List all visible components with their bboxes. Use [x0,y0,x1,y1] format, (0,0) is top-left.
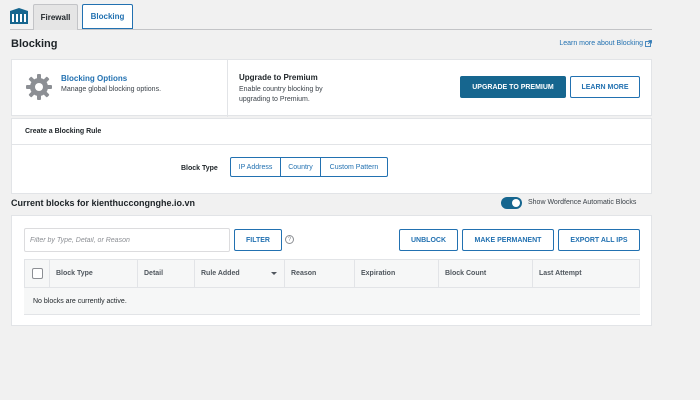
create-rule-body: Block Type IP Address Country Custom Pat… [11,145,652,194]
column-block-count[interactable]: Block Count [439,260,533,287]
premium-text: Enable country blocking by upgrading to … [239,86,323,103]
block-type-label: Block Type [181,165,218,172]
make-permanent-button[interactable]: MAKE PERMANENT [462,229,554,251]
premium-title: Upgrade to Premium [239,73,318,82]
blocking-options-subtitle: Manage global blocking options. [61,86,162,93]
block-type-selector: IP Address Country Custom Pattern [230,157,388,177]
filter-button[interactable]: FILTER [234,229,282,251]
upgrade-to-premium-button[interactable]: UPGRADE TO PREMIUM [460,76,566,98]
learn-more-button[interactable]: LEARN MORE [570,76,640,98]
panel-divider [227,60,228,117]
block-type-ip-address[interactable]: IP Address [231,158,281,176]
blocking-options-link[interactable]: Blocking Options [61,74,127,83]
block-type-country[interactable]: Country [281,158,321,176]
learn-more-link[interactable]: Learn more about Blocking [559,40,652,47]
create-rule-title: Create a Blocking Rule [25,128,102,135]
unblock-button[interactable]: UNBLOCK [399,229,458,251]
sort-desc-icon [271,272,277,275]
external-link-icon [645,40,652,47]
tab-blocking[interactable]: Blocking [82,4,133,29]
tab-bar: Firewall Blocking [10,4,652,30]
current-blocks-title: Current blocks for kienthuccongnghe.io.v… [11,198,196,208]
column-reason[interactable]: Reason [285,260,355,287]
page-title: Blocking [11,38,58,50]
help-icon[interactable]: ? [285,235,294,244]
current-blocks-panel: FILTER ? UNBLOCK MAKE PERMANENT EXPORT A… [11,215,652,326]
column-detail[interactable]: Detail [138,260,195,287]
tab-firewall[interactable]: Firewall [33,4,78,30]
automatic-blocks-toggle-label: Show Wordfence Automatic Blocks [528,199,637,206]
column-expiration[interactable]: Expiration [355,260,439,287]
empty-table-message: No blocks are currently active. [24,288,640,315]
blocks-table-header: Block Type Detail Rule Added Reason Expi… [24,259,640,288]
select-all-checkbox[interactable] [31,268,43,279]
column-last-attempt[interactable]: Last Attempt [533,260,639,287]
column-rule-added[interactable]: Rule Added [195,260,285,287]
learn-more-link-label: Learn more about Blocking [559,40,643,47]
block-type-custom-pattern[interactable]: Custom Pattern [321,158,387,176]
automatic-blocks-toggle[interactable] [501,197,522,209]
create-rule-header: Create a Blocking Rule [11,118,652,145]
blocking-options-panel: Blocking Options Manage global blocking … [11,59,652,117]
select-all-cell [25,260,50,287]
gear-icon [26,74,52,100]
export-all-ips-button[interactable]: EXPORT ALL IPS [558,229,640,251]
column-block-type[interactable]: Block Type [50,260,138,287]
wordfence-logo-icon [10,8,28,24]
column-rule-added-label: Rule Added [201,270,240,277]
filter-input[interactable] [24,228,230,252]
